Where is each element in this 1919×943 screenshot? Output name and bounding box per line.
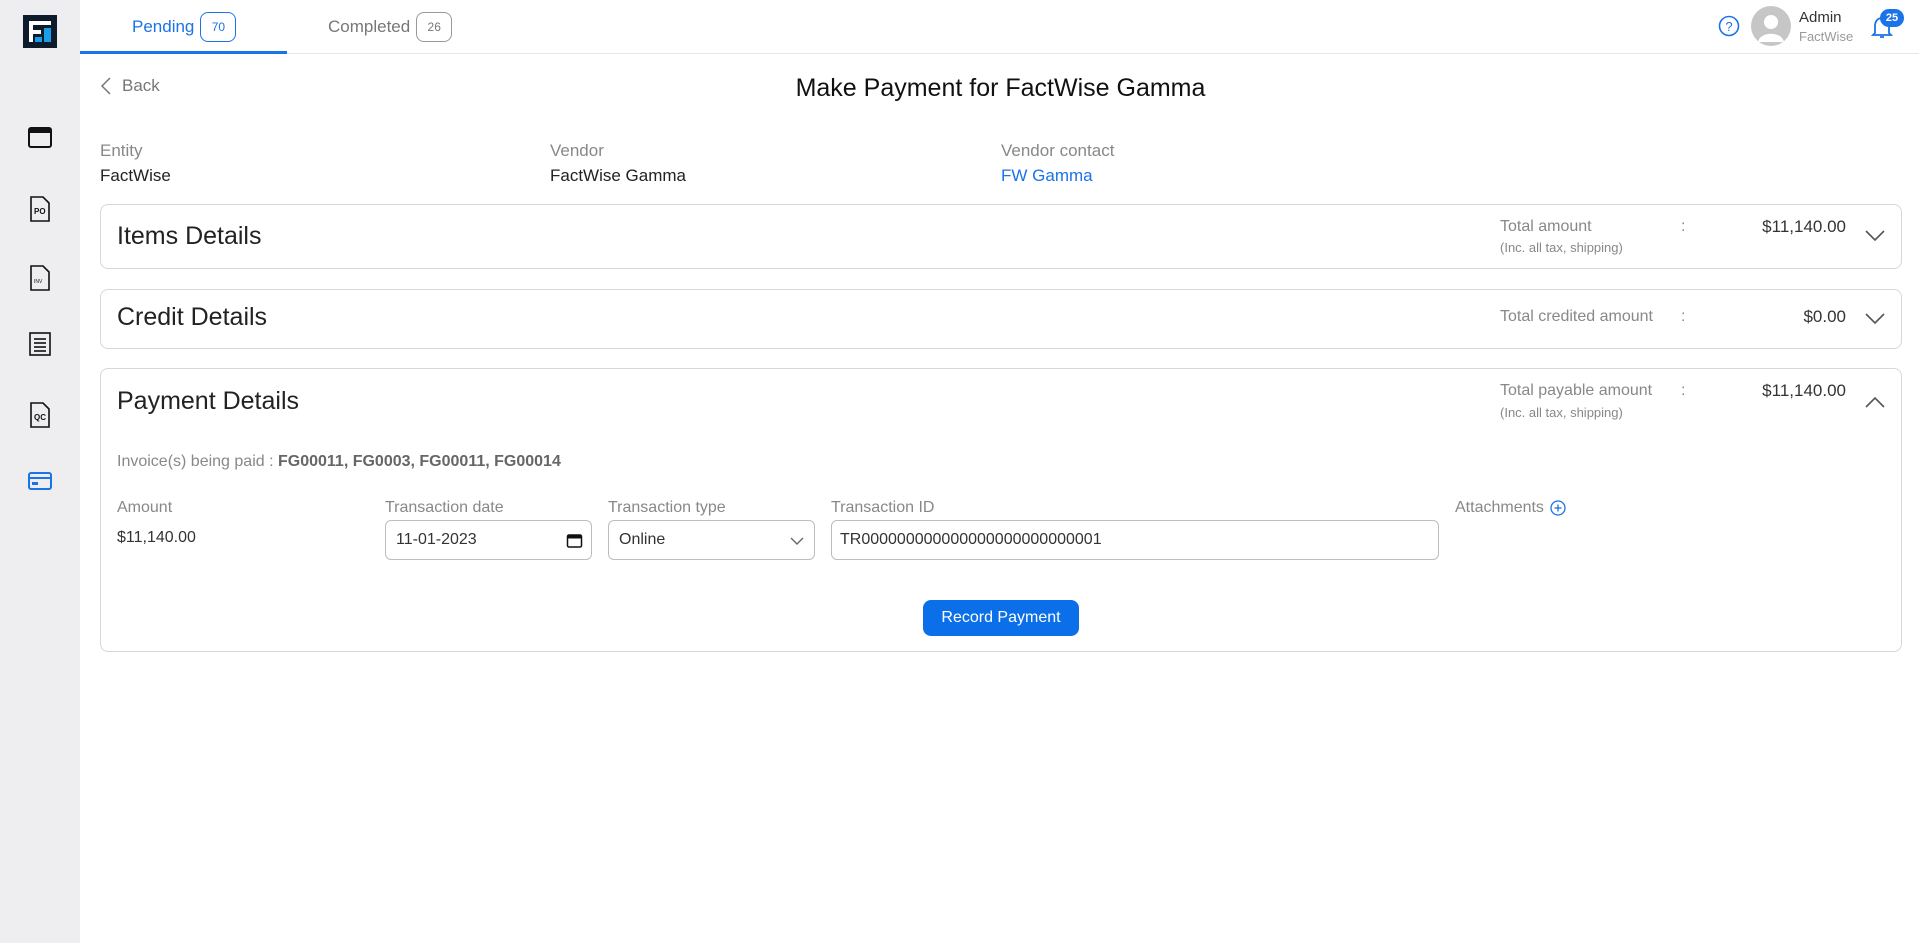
list-document-icon[interactable]	[26, 330, 54, 358]
avatar[interactable]	[1751, 6, 1791, 46]
total-payable-label: Total payable amount	[1500, 382, 1653, 399]
payment-details-title: Payment Details	[117, 387, 300, 415]
app-logo[interactable]	[23, 15, 57, 48]
calendar-icon[interactable]	[26, 123, 54, 151]
avatar-icon	[1758, 15, 1784, 42]
attachments[interactable]: Attachments	[1455, 499, 1566, 517]
invoices-label: Invoice(s) being paid :	[117, 453, 274, 470]
svg-text:PO: PO	[34, 207, 46, 216]
tab-completed-count: 26	[416, 12, 453, 42]
po-document-icon[interactable]: PO	[26, 195, 54, 223]
total-credited-value: $0.00	[1803, 307, 1846, 326]
credit-details-title: Credit Details	[117, 303, 268, 331]
payment-details-card: Payment Details Total payable amount (In…	[100, 368, 1902, 652]
total-payable-value: $11,140.00	[1762, 381, 1846, 400]
chevron-down-icon[interactable]	[1863, 307, 1887, 331]
invoices-being-paid: Invoice(s) being paid : FG00011, FG0003,…	[117, 453, 561, 471]
help-icon[interactable]: ?	[1717, 14, 1741, 38]
calendar-picker-icon[interactable]	[566, 532, 583, 549]
transaction-date-value: 11-01-2023	[396, 531, 477, 548]
tab-completed[interactable]: Completed 26	[328, 0, 453, 54]
chevron-down-icon	[790, 537, 804, 545]
credit-details-card[interactable]: Credit Details Total credited amount : $…	[100, 289, 1902, 349]
entity-label: Entity	[100, 141, 143, 160]
total-credited-label: Total credited amount	[1500, 308, 1653, 325]
svg-text:?: ?	[1725, 19, 1732, 34]
colon: :	[1681, 308, 1686, 325]
transaction-type-label: Transaction type	[608, 499, 726, 516]
colon: :	[1681, 382, 1686, 399]
transaction-type-select[interactable]: Online	[608, 520, 815, 560]
vendor-contact-link[interactable]: FW Gamma	[1001, 166, 1093, 186]
active-tab-indicator	[80, 51, 287, 54]
vendor-value: FactWise Gamma	[550, 166, 687, 185]
items-details-title: Items Details	[117, 222, 262, 250]
tab-pending-label: Pending	[132, 17, 195, 36]
amount-label: Amount	[117, 499, 173, 516]
entity-value: FactWise	[100, 166, 171, 185]
total-payable-sub: (Inc. all tax, shipping)	[1500, 405, 1623, 420]
payment-card-icon[interactable]	[26, 467, 54, 495]
attachments-label: Attachments	[1455, 499, 1544, 516]
items-details-card[interactable]: Items Details Total amount (Inc. all tax…	[100, 204, 1902, 269]
page-title: Make Payment for FactWise Gamma	[795, 74, 1206, 102]
record-payment-button[interactable]: Record Payment	[923, 600, 1079, 636]
transaction-id-input[interactable]: TR000000000000000000000000001	[831, 520, 1439, 560]
tab-pending-count: 70	[200, 12, 237, 42]
tab-completed-label: Completed	[328, 17, 411, 36]
chevron-down-icon[interactable]	[1863, 224, 1887, 248]
transaction-id-label: Transaction ID	[831, 499, 935, 516]
svg-text:INV: INV	[34, 279, 43, 285]
transaction-type-value: Online	[619, 531, 666, 548]
svg-text:QC: QC	[34, 413, 46, 422]
top-bar: Pending 70 Completed 26	[80, 0, 1919, 54]
transaction-date-input[interactable]: 11-01-2023	[385, 520, 592, 560]
sidebar: PO INV QC	[0, 0, 80, 943]
user-org: FactWise	[1799, 29, 1854, 44]
total-amount-sub: (Inc. all tax, shipping)	[1500, 240, 1623, 255]
info-plus-icon[interactable]	[1550, 500, 1566, 516]
total-amount-value: $11,140.00	[1762, 217, 1846, 236]
vendor-label: Vendor	[550, 141, 604, 160]
invoice-document-icon[interactable]: INV	[26, 264, 54, 292]
chevron-up-icon[interactable]	[1863, 391, 1887, 415]
vendor-contact-label: Vendor contact	[1001, 141, 1115, 160]
transaction-id-value: TR000000000000000000000000001	[840, 531, 1102, 548]
total-amount-label: Total amount	[1500, 218, 1592, 235]
user-name: Admin	[1799, 9, 1842, 26]
notification-badge: 25	[1880, 9, 1904, 27]
amount-value: $11,140.00	[117, 529, 196, 546]
qc-document-icon[interactable]: QC	[26, 401, 54, 429]
tab-pending[interactable]: Pending 70	[132, 0, 237, 54]
colon: :	[1681, 218, 1686, 235]
transaction-date-label: Transaction date	[385, 499, 504, 516]
invoices-value: FG00011, FG0003, FG00011, FG00014	[277, 453, 561, 470]
